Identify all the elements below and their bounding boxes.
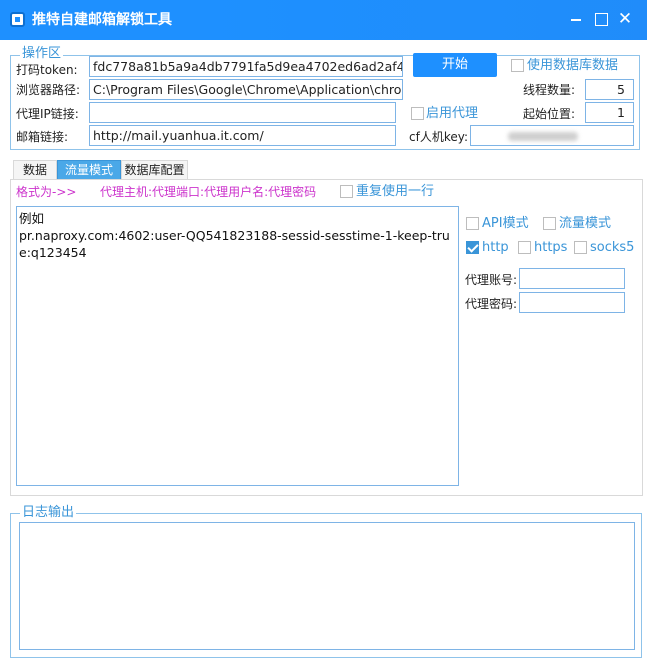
browser-path-input[interactable]: C:\Program Files\Google\Chrome\Applicati…	[89, 79, 403, 100]
proxy-ip-input[interactable]	[89, 102, 396, 123]
textarea-line-example: 例如	[19, 211, 45, 226]
proxy-password-label: 代理密码:	[465, 297, 518, 311]
token-input[interactable]: fdc778a81b5a9a4db7791fa5d9ea4702ed6ad2af…	[89, 56, 403, 77]
token-label: 打码token:	[16, 63, 78, 77]
flow-mode-checkbox[interactable]	[543, 217, 556, 230]
operation-legend: 操作区	[20, 46, 64, 61]
tab-flow-mode[interactable]: 流量模式	[57, 160, 121, 180]
tab-db-config[interactable]: 数据库配置	[121, 160, 188, 180]
maximize-icon[interactable]	[593, 11, 609, 27]
format-value: 代理主机:代理端口:代理用户名:代理密码	[100, 185, 317, 199]
socks5-checkbox[interactable]	[574, 241, 587, 254]
start-position-input[interactable]: 1	[585, 102, 634, 123]
api-mode-label: API模式	[482, 216, 529, 231]
socks5-label: socks5	[590, 240, 635, 255]
textarea-line-proxy: pr.naproxy.com:4602:user-QQ541823188-ses…	[19, 228, 450, 260]
use-db-label: 使用数据库数据	[527, 58, 619, 73]
flow-mode-label: 流量模式	[559, 216, 612, 231]
tab-data[interactable]: 数据	[13, 160, 57, 180]
enable-proxy-label: 启用代理	[426, 106, 479, 121]
threads-input[interactable]: 5	[585, 79, 634, 100]
format-label: 格式为->>	[16, 185, 77, 199]
http-checkbox[interactable]	[466, 241, 479, 254]
mail-link-input[interactable]: http://mail.yuanhua.it.com/	[89, 125, 396, 146]
proxy-password-input[interactable]	[519, 292, 625, 313]
enable-proxy-checkbox[interactable]	[411, 107, 424, 120]
close-icon[interactable]: ✕	[617, 11, 633, 28]
log-output[interactable]	[19, 522, 635, 650]
browser-path-label: 浏览器路径:	[16, 83, 81, 97]
mail-link-label: 邮箱链接:	[16, 130, 69, 144]
http-label: http	[482, 240, 509, 255]
proxy-ip-label: 代理IP链接:	[16, 107, 79, 121]
log-legend: 日志输出	[20, 505, 77, 520]
proxy-account-input[interactable]	[519, 268, 625, 289]
cf-key-label: cf人机key:	[409, 130, 468, 144]
api-mode-checkbox[interactable]	[466, 217, 479, 230]
start-button[interactable]: 开始	[413, 53, 497, 77]
reuse-line-label: 重复使用一行	[356, 184, 435, 199]
use-db-checkbox[interactable]	[511, 59, 524, 72]
reuse-line-checkbox[interactable]	[340, 185, 353, 198]
app-icon	[10, 12, 25, 27]
minimize-icon[interactable]	[568, 11, 584, 27]
proxy-list-textarea[interactable]: 例如 pr.naproxy.com:4602:user-QQ541823188-…	[16, 206, 459, 486]
https-checkbox[interactable]	[518, 241, 531, 254]
proxy-account-label: 代理账号:	[465, 273, 518, 287]
https-label: https	[534, 240, 568, 255]
window-title: 推特自建邮箱解锁工具	[32, 12, 172, 28]
start-position-label: 起始位置:	[523, 107, 576, 121]
cf-key-redacted	[508, 132, 578, 141]
threads-label: 线程数量:	[523, 83, 576, 97]
